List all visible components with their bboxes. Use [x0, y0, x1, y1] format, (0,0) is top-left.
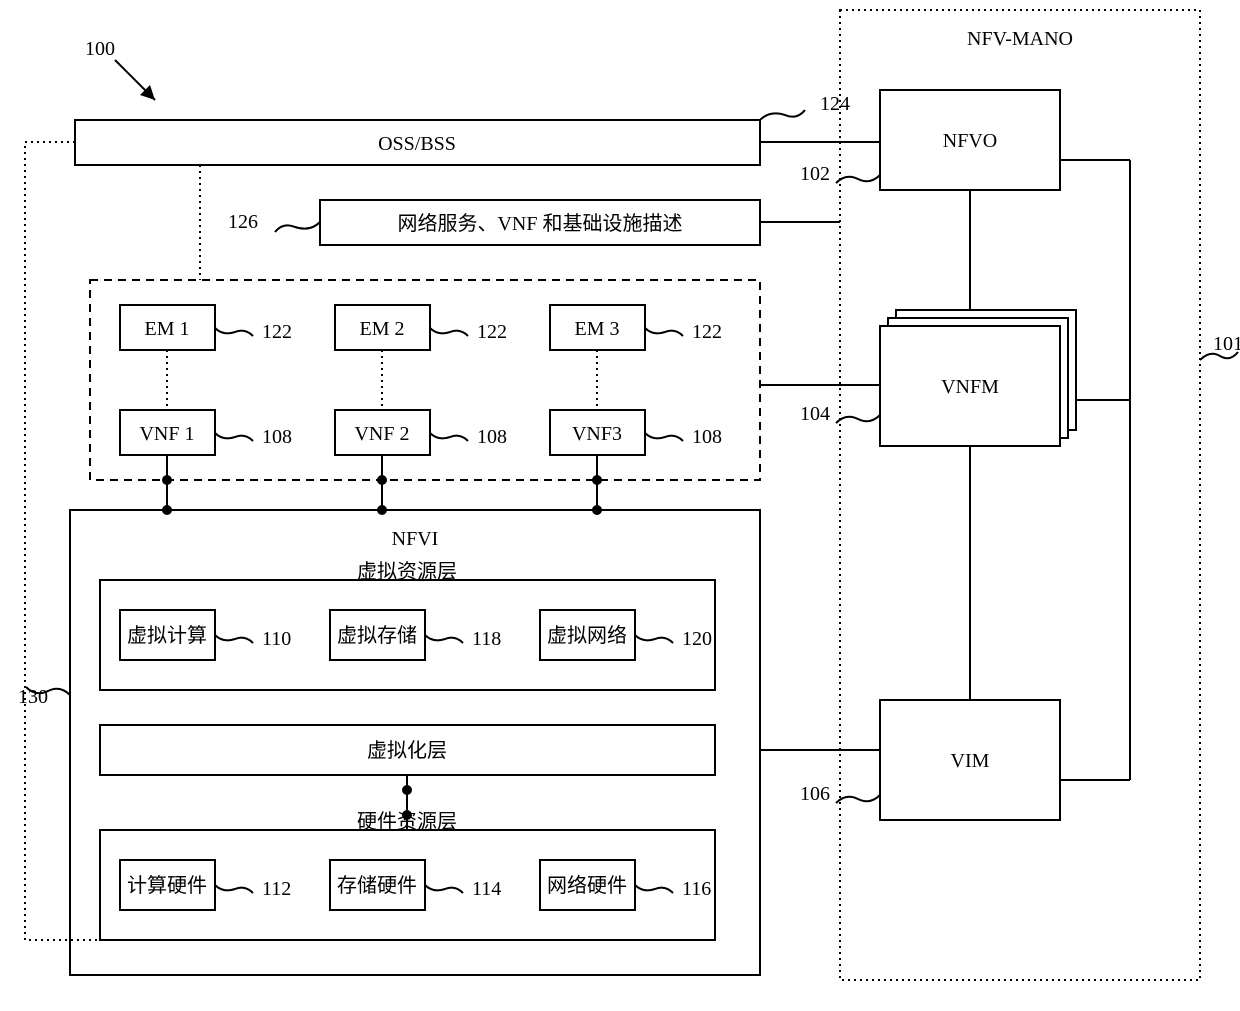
- vcompute-label: 虚拟计算: [127, 624, 207, 647]
- ref-vstorage: 118: [472, 628, 501, 650]
- vnf1-label: VNF 1: [139, 423, 194, 445]
- em1-label: EM 1: [145, 318, 190, 340]
- ref-vnf-1: 108: [262, 426, 292, 448]
- ref-chw: 112: [262, 878, 291, 900]
- vstorage-label: 虚拟存储: [337, 624, 417, 647]
- nhw-label: 网络硬件: [547, 874, 627, 897]
- ref-mano: 101: [1213, 333, 1240, 355]
- vnf2-label: VNF 2: [354, 423, 409, 445]
- ref-ossbss: 124: [820, 93, 850, 115]
- ref-nhw: 116: [682, 878, 711, 900]
- ref-main: 100: [85, 38, 115, 60]
- ref-shw: 114: [472, 878, 501, 900]
- vlayer-label: 虚拟化层: [367, 739, 447, 762]
- nfvi-label: NFVI: [392, 528, 439, 550]
- em2-label: EM 2: [360, 318, 405, 340]
- ref-nfvi: 130: [18, 686, 48, 708]
- ref-vnfm: 104: [800, 403, 830, 425]
- chw-label: 计算硬件: [127, 874, 207, 897]
- desc-label: 网络服务、VNF 和基础设施描述: [397, 212, 682, 235]
- vim-label: VIM: [951, 750, 990, 772]
- em3-label: EM 3: [575, 318, 620, 340]
- nfvo-label: NFVO: [943, 130, 997, 152]
- vnetwork-label: 虚拟网络: [547, 624, 627, 647]
- mano-title: NFV-MANO: [967, 28, 1073, 50]
- vnfm-label: VNFM: [941, 376, 999, 398]
- ref-vnetwork: 120: [682, 628, 712, 650]
- vres-label: 虚拟资源层: [357, 560, 457, 583]
- ossbss-label: OSS/BSS: [378, 133, 456, 155]
- ref-em-3: 122: [692, 321, 722, 343]
- ref-em-2: 122: [477, 321, 507, 343]
- vnf3-label: VNF3: [572, 423, 622, 445]
- ref-vnf-3: 108: [692, 426, 722, 448]
- ref-nfvo: 102: [800, 163, 830, 185]
- ref-desc: 126: [228, 211, 258, 233]
- ref-vcompute: 110: [262, 628, 291, 650]
- ref-vnf-2: 108: [477, 426, 507, 448]
- ref-em-1: 122: [262, 321, 292, 343]
- shw-label: 存储硬件: [337, 874, 417, 897]
- ref-vim: 106: [800, 783, 830, 805]
